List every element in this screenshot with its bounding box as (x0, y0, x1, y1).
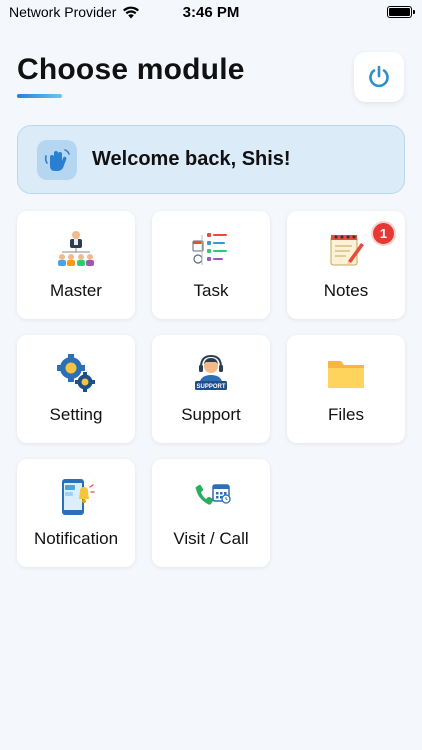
module-notification[interactable]: Notification (17, 459, 135, 567)
module-label: Support (181, 405, 241, 424)
module-label: Notes (323, 281, 369, 300)
status-bar: Network Provider 3:46 PM (0, 0, 422, 26)
status-time: 3:46 PM (182, 4, 240, 21)
module-task[interactable]: Task (152, 211, 270, 319)
phone-notification-icon (56, 477, 96, 517)
module-label: Visit / Call (173, 529, 249, 548)
module-visit-call[interactable]: Visit / Call (152, 459, 270, 567)
task-list-icon (191, 229, 231, 269)
module-files[interactable]: Files (287, 335, 405, 443)
welcome-message: Welcome back, Shis! (92, 148, 291, 170)
waving-hand-icon (37, 139, 77, 180)
welcome-banner: Welcome back, Shis! (17, 125, 405, 194)
gears-icon (56, 353, 96, 393)
module-notes[interactable]: Notes 1 (287, 211, 405, 319)
notepad-icon (326, 229, 366, 269)
team-hierarchy-icon (56, 229, 96, 269)
power-icon (369, 65, 389, 88)
module-label: Notification (33, 529, 119, 548)
module-support[interactable]: SUPPORT Support (152, 335, 270, 443)
module-label: Task (193, 281, 229, 300)
module-label: Setting (49, 405, 103, 424)
phone-calendar-icon (191, 477, 231, 517)
module-master[interactable]: Master (17, 211, 135, 319)
battery-icon (387, 6, 415, 18)
support-agent-icon: SUPPORT (191, 353, 231, 393)
logout-button[interactable] (354, 52, 404, 102)
title-underline (17, 94, 62, 98)
module-label: Master (50, 281, 102, 300)
page-title: Choose module (17, 53, 245, 86)
folder-icon (326, 353, 366, 393)
module-label: Files (328, 405, 364, 424)
svg-text:SUPPORT: SUPPORT (196, 384, 225, 390)
module-setting[interactable]: Setting (17, 335, 135, 443)
notification-badge: 1 (371, 221, 396, 246)
